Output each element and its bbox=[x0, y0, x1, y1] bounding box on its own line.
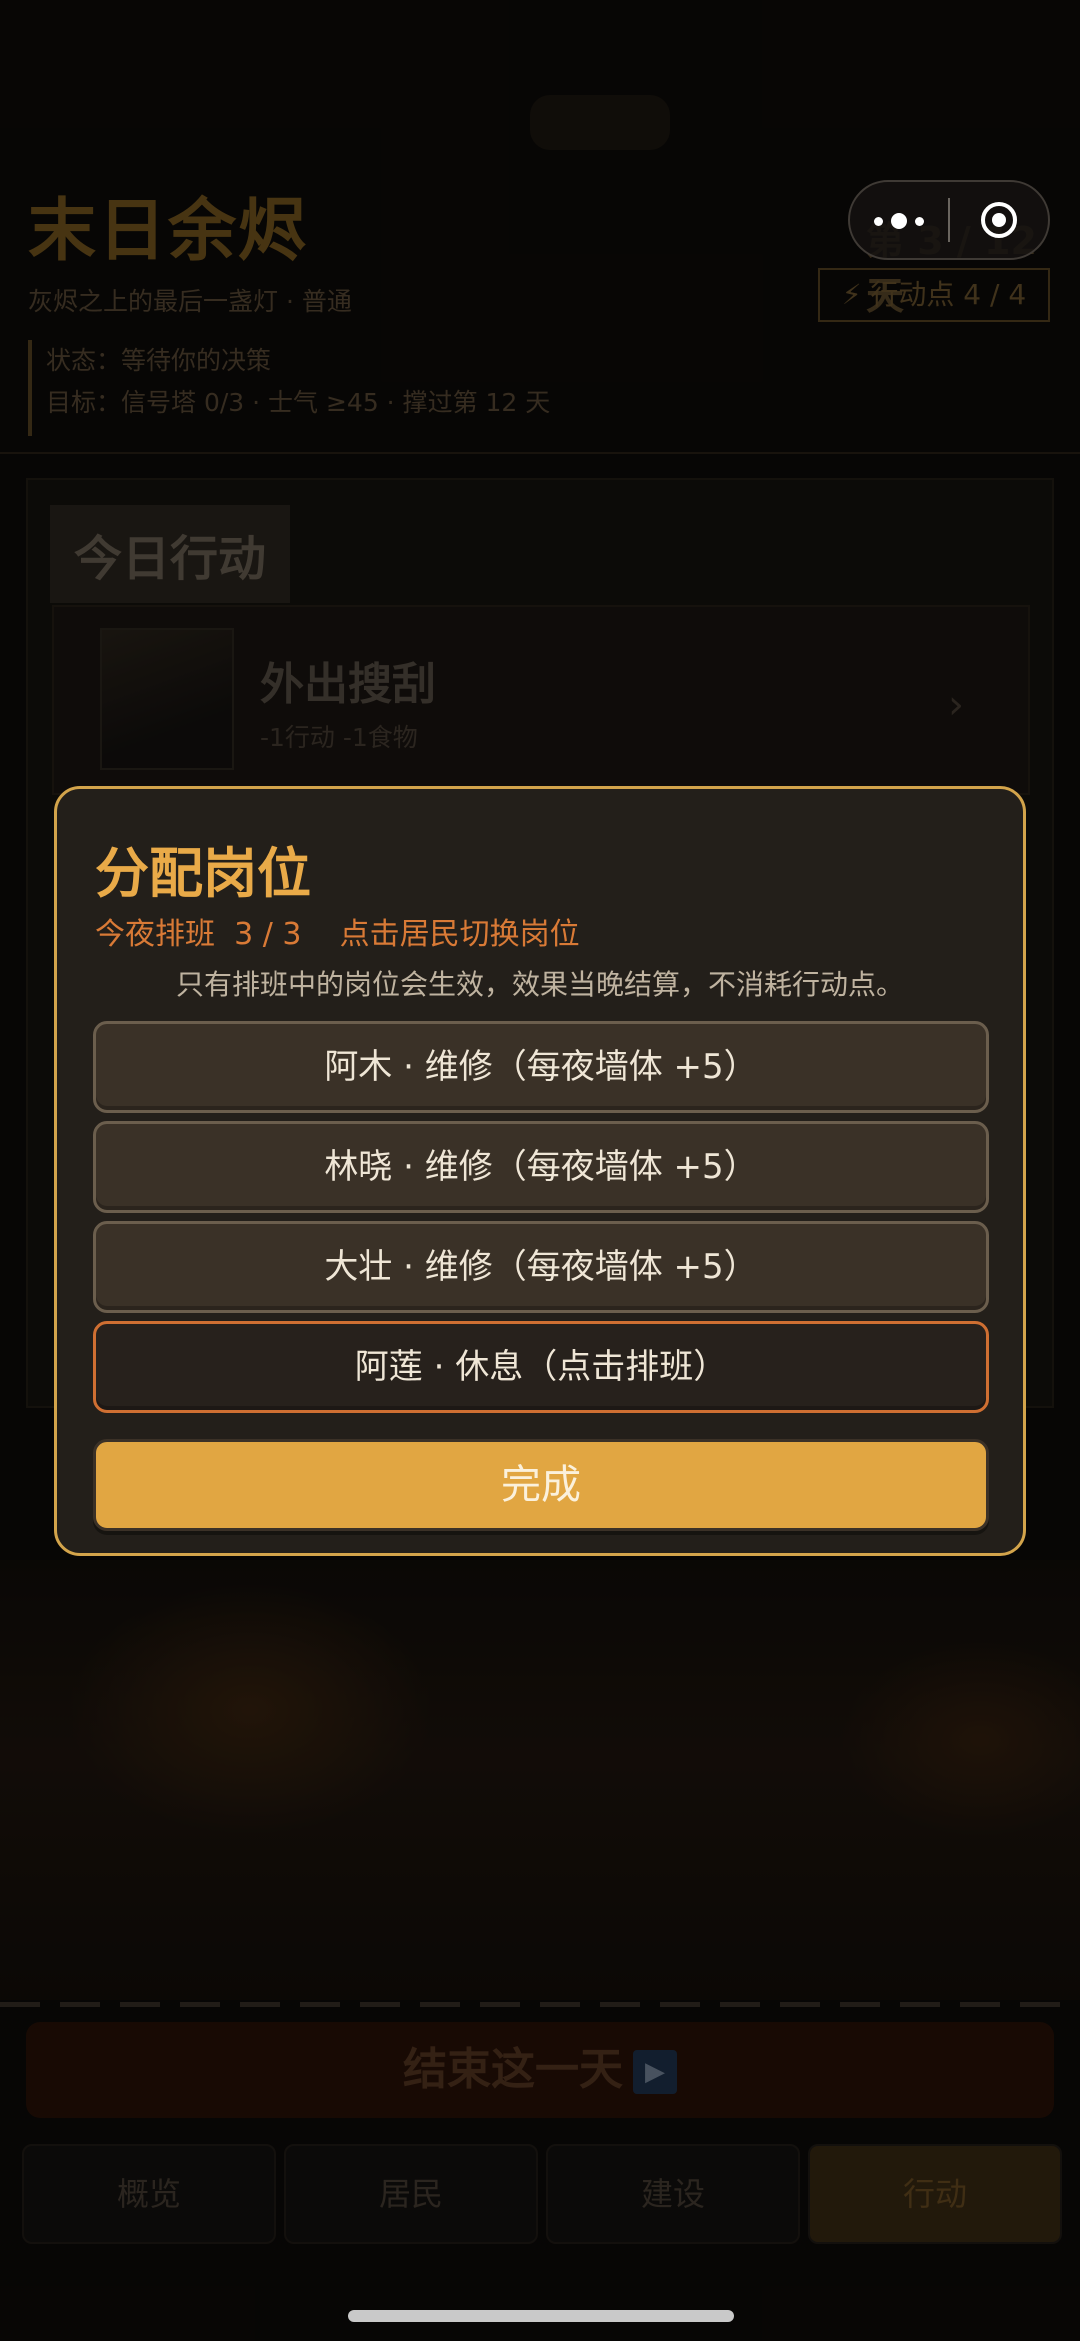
dialog-note: 只有排班中的岗位会生效，效果当晚结算，不消耗行动点。 bbox=[175, 968, 904, 1001]
dialog-title: 分配岗位 bbox=[95, 842, 311, 905]
miniprogram-capsule bbox=[848, 180, 1050, 260]
dot-icon bbox=[874, 216, 883, 226]
resident-assignment-dazhuang[interactable]: 大壮 · 维修（每夜墙体 +5） bbox=[93, 1221, 989, 1313]
close-miniprogram-button[interactable] bbox=[950, 202, 1048, 238]
resident-assignment-linxiao[interactable]: 林晓 · 维修（每夜墙体 +5） bbox=[93, 1121, 989, 1213]
target-icon bbox=[980, 202, 1017, 238]
home-indicator bbox=[348, 2310, 734, 2322]
dot-icon bbox=[915, 216, 924, 226]
more-options-button[interactable] bbox=[850, 211, 948, 230]
resident-assignment-alian[interactable]: 阿莲 · 休息（点击排班） bbox=[93, 1321, 989, 1413]
assign-posts-dialog: 分配岗位 今夜排班 3 / 3 点击居民切换岗位 只有排班中的岗位会生效，效果当… bbox=[54, 786, 1026, 1556]
resident-assignment-amu[interactable]: 阿木 · 维修（每夜墙体 +5） bbox=[93, 1021, 989, 1113]
shift-info: 今夜排班 3 / 3 点击居民切换岗位 bbox=[95, 917, 580, 952]
dot-icon bbox=[891, 213, 907, 229]
done-button[interactable]: 完成 bbox=[93, 1439, 989, 1531]
